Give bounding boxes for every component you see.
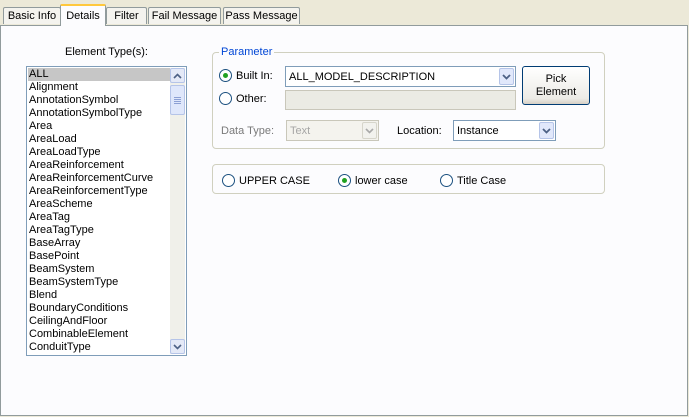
dropdown-button <box>362 122 377 139</box>
element-types-items: ALL Alignment AnnotationSymbol AnnotationSy… <box>28 68 171 354</box>
pick-element-button[interactable]: Pick Element <box>522 66 590 105</box>
element-types-list[interactable]: ALL Alignment AnnotationSymbol AnnotationSy… <box>26 66 187 356</box>
chevron-down-icon <box>502 73 511 80</box>
data-type-value: Text <box>290 125 311 137</box>
built-in-radio[interactable] <box>219 69 232 82</box>
list-item[interactable]: AnnotationSymbolType <box>28 107 171 120</box>
chevron-up-icon <box>173 72 182 79</box>
list-item[interactable]: BeamSystemType <box>28 276 171 289</box>
title-case-label: Title Case <box>457 175 507 187</box>
dropdown-button[interactable] <box>499 68 514 85</box>
upper-case-radio[interactable] <box>222 174 235 187</box>
radio-selected-dot <box>342 178 347 183</box>
list-scrollbar[interactable] <box>170 68 185 354</box>
tab-fail-message[interactable]: Fail Message <box>148 7 221 24</box>
chevron-down-icon <box>365 127 374 134</box>
title-case-radio[interactable] <box>440 174 453 187</box>
list-item[interactable]: AreaLoadType <box>28 146 171 159</box>
location-select[interactable]: Instance <box>453 120 556 141</box>
data-type-select[interactable]: Text <box>286 120 379 141</box>
list-item[interactable]: Alignment <box>28 81 171 94</box>
built-in-parameter-select[interactable]: ALL_MODEL_DESCRIPTION <box>285 66 516 87</box>
tab-strip: Basic Info Details Filter Fail Message P… <box>0 0 689 26</box>
chevron-down-icon <box>542 127 551 134</box>
location-value: Instance <box>457 125 499 137</box>
location-label: Location: <box>397 125 442 137</box>
lower-case-radio[interactable] <box>338 174 351 187</box>
scroll-up-button[interactable] <box>170 68 185 83</box>
tab-details[interactable]: Details <box>60 4 106 26</box>
list-item[interactable]: BaseArray <box>28 237 171 250</box>
list-item[interactable]: AreaScheme <box>28 198 171 211</box>
list-item[interactable]: AreaReinforcementCurve <box>28 172 171 185</box>
tab-filter[interactable]: Filter <box>106 7 147 24</box>
built-in-parameter-value: ALL_MODEL_DESCRIPTION <box>289 71 436 83</box>
built-in-label: Built In: <box>236 70 273 82</box>
scroll-down-button[interactable] <box>170 339 185 354</box>
list-item[interactable]: AreaLoad <box>28 133 171 146</box>
list-item[interactable]: ALL <box>28 68 171 81</box>
lower-case-label: lower case <box>355 175 408 187</box>
list-item[interactable]: AreaTagType <box>28 224 171 237</box>
upper-case-label: UPPER CASE <box>239 175 310 187</box>
other-radio[interactable] <box>219 92 232 105</box>
tab-basic-info[interactable]: Basic Info <box>3 7 61 24</box>
list-item[interactable]: CombinableElement <box>28 328 171 341</box>
other-parameter-field[interactable] <box>285 90 516 110</box>
list-item[interactable]: AnnotationSymbol <box>28 94 171 107</box>
tab-pass-message[interactable]: Pass Message <box>223 7 300 24</box>
list-item[interactable]: AreaReinforcementType <box>28 185 171 198</box>
dropdown-button[interactable] <box>539 122 554 139</box>
other-label: Other: <box>236 93 267 105</box>
list-item[interactable]: BeamSystem <box>28 263 171 276</box>
list-item[interactable]: Area <box>28 120 171 133</box>
data-type-label: Data Type: <box>221 125 274 137</box>
list-item[interactable]: AreaTag <box>28 211 171 224</box>
list-item[interactable]: BasePoint <box>28 250 171 263</box>
chevron-down-icon <box>173 343 182 350</box>
list-item[interactable]: Blend <box>28 289 171 302</box>
element-types-label: Element Type(s): <box>65 46 148 58</box>
list-item[interactable]: ConduitType <box>28 341 171 354</box>
list-item[interactable]: AreaReinforcement <box>28 159 171 172</box>
list-item[interactable]: CeilingAndFloor <box>28 315 171 328</box>
parameter-legend: Parameter <box>219 45 275 59</box>
scroll-thumb[interactable] <box>170 85 185 115</box>
list-item[interactable]: BoundaryConditions <box>28 302 171 315</box>
radio-selected-dot <box>223 73 228 78</box>
